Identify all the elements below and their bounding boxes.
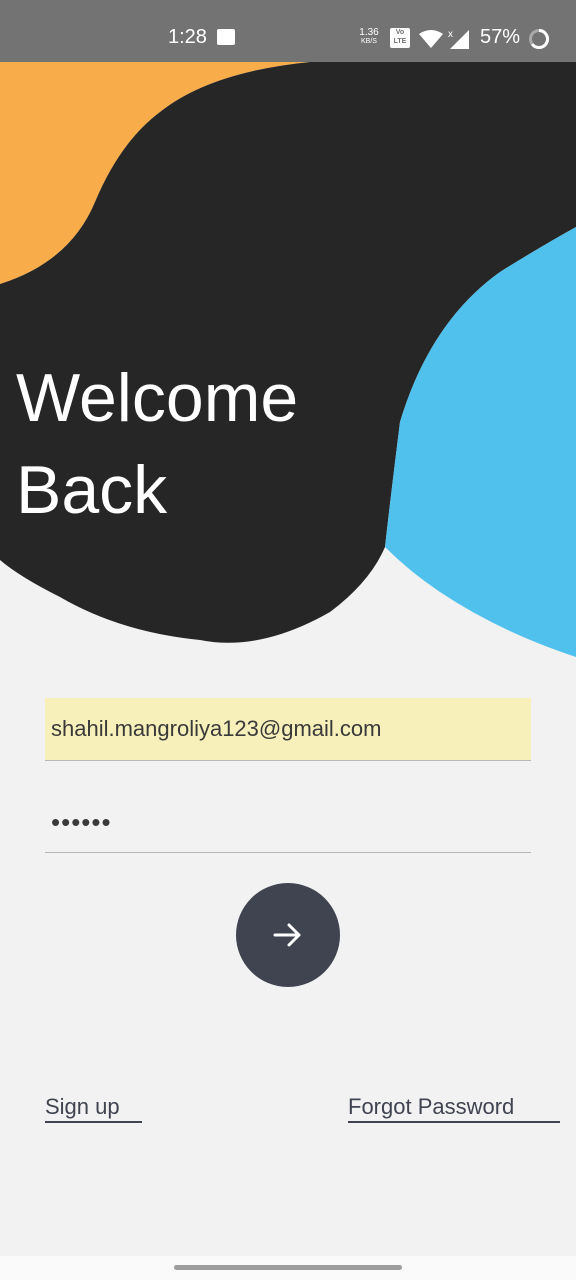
submit-button[interactable] — [236, 883, 340, 987]
volte-bottom-label: LTE — [393, 38, 407, 45]
home-gesture-handle[interactable] — [174, 1265, 402, 1270]
welcome-line-2: Back — [16, 452, 168, 528]
email-input[interactable] — [45, 698, 531, 760]
forgot-password-link[interactable]: Forgot Password — [348, 1094, 560, 1123]
svg-text:x: x — [448, 29, 453, 40]
welcome-heading: Welcome Back — [16, 352, 298, 536]
volte-top-label: Vo — [395, 29, 405, 36]
navigation-bar — [0, 1256, 576, 1280]
network-speed: 1.36 KB/S — [356, 28, 382, 46]
battery-icon — [529, 29, 549, 49]
status-time: 1:28 — [168, 26, 207, 48]
password-field[interactable] — [45, 792, 531, 853]
image-icon — [217, 29, 235, 45]
password-input[interactable] — [45, 792, 531, 852]
network-speed-unit: KB/S — [361, 38, 377, 45]
volte-icon: Vo LTE — [390, 28, 410, 48]
arrow-right-icon — [273, 923, 301, 947]
welcome-line-1: Welcome — [16, 360, 299, 436]
network-speed-value: 1.36 — [359, 27, 379, 38]
sign-up-link[interactable]: Sign up — [45, 1094, 142, 1123]
status-bar: 1:28 1.36 KB/S Vo LTE x 57% — [0, 0, 576, 62]
battery-level: 57% — [480, 26, 521, 48]
wifi-icon — [419, 30, 443, 48]
email-field[interactable] — [45, 698, 531, 761]
signal-icon: x — [448, 29, 469, 49]
